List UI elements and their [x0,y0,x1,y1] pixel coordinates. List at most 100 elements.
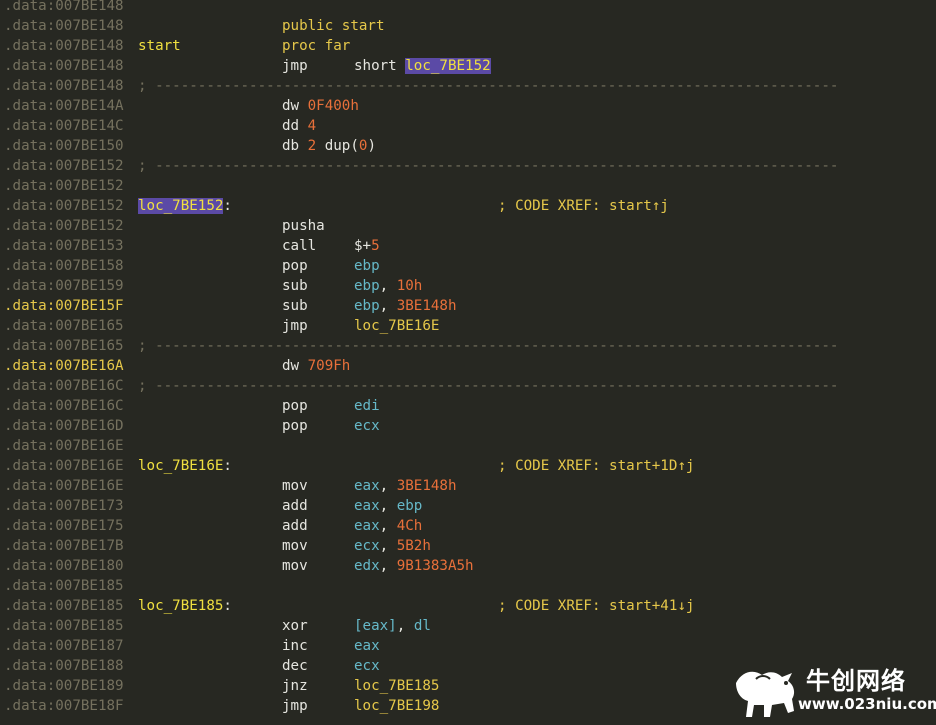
address: .data:007BE189 [4,678,124,694]
mnemonic: dw 709Fh [282,358,351,374]
mnemonic: pop [282,398,308,414]
separator-line: ; --------------------------------------… [138,158,839,174]
address: .data:007BE16C [4,378,124,394]
xref-comment[interactable]: ; CODE XREF: start+41↓j [498,596,694,616]
code-label[interactable]: loc_7BE152: [138,196,232,216]
operand[interactable]: loc_7BE185 [354,678,439,694]
address: .data:007BE14C [4,118,124,134]
operand[interactable]: loc_7BE198 [354,698,439,714]
code-label[interactable]: loc_7BE16E: [138,456,232,476]
operands: edx, 9B1383A5h [354,556,474,576]
operand: 0F400h [307,98,359,114]
mnemonic: dec [282,658,308,674]
operand: ecx [354,418,380,434]
mnemonic: db 2 dup(0) [282,138,376,154]
operand: edi [354,398,380,414]
separator-line: ; --------------------------------------… [138,378,839,394]
operand[interactable]: start [342,18,385,34]
mnemonic: dw 0F400h [282,98,359,114]
operand: , [379,498,397,514]
operand: , [379,518,397,534]
operand: ebp [354,278,380,294]
mnemonic: mov [282,558,308,574]
mnemonic: call [282,238,317,254]
operand: , [379,538,397,554]
mnemonic: mov [282,538,308,554]
operands: edi [354,396,380,416]
mnemonic: jmp [282,698,308,714]
operand: 4Ch [396,518,423,534]
xref-comment[interactable]: ; CODE XREF: start↑j [498,196,669,216]
operand: , [396,618,414,634]
operands: ecx [354,656,380,676]
address: .data:007BE185 [4,578,124,594]
address: .data:007BE173 [4,498,124,514]
mnemonic: mov [282,478,308,494]
operand: dup( [316,138,359,154]
operands: loc_7BE198 [354,696,439,716]
operand[interactable]: loc_7BE16E [354,318,439,334]
code-label[interactable]: loc_7BE185: [138,596,232,616]
operands: ebp, 10h [354,276,422,296]
operand: 10h [396,278,423,294]
operands: eax, 4Ch [354,516,422,536]
operand: 3BE148h [396,478,457,494]
operand: , [379,558,397,574]
separator-line: ; --------------------------------------… [138,78,839,94]
watermark-url: www.023niu.com [798,695,936,713]
mnemonic: pop [282,418,308,434]
operand: dl [413,618,431,634]
operand: edx [354,558,380,574]
mnemonic: public start [282,18,385,34]
label-name[interactable]: start [138,38,181,54]
mnemonic: inc [282,638,308,654]
address: .data:007BE185 [4,618,124,634]
address: .data:007BE14A [4,98,124,114]
operand: 2 [307,138,317,154]
operand: ecx [354,538,380,554]
address: .data:007BE150 [4,138,124,154]
address: .data:007BE16E [4,438,124,454]
label-colon: : [223,458,232,474]
address: .data:007BE175 [4,518,124,534]
mnemonic: jnz [282,678,308,694]
label-colon: : [223,598,232,614]
operands: short loc_7BE152 [354,56,491,76]
operand: ecx [354,658,380,674]
code-label[interactable]: start [138,36,181,56]
separator-line: ; --------------------------------------… [138,338,839,354]
operand: ebp [396,498,423,514]
address: .data:007BE16D [4,418,124,434]
operand: 5 [371,238,380,254]
operand: ebp [354,258,380,274]
address: .data:007BE185 [4,598,124,614]
label-name[interactable]: loc_7BE185 [138,598,223,614]
address: .data:007BE188 [4,658,124,674]
watermark: 牛创网络 www.023niu.com [726,655,936,725]
operands: ebp, 3BE148h [354,296,457,316]
address: .data:007BE187 [4,638,124,654]
mnemonic: pop [282,258,308,274]
operands: eax [354,636,380,656]
address: .data:007BE152 [4,178,124,194]
operand: ebp [354,298,380,314]
label-name[interactable]: loc_7BE16E [138,458,223,474]
address: .data:007BE152 [4,198,124,214]
address: .data:007BE15F [4,298,124,314]
xref-comment[interactable]: ; CODE XREF: start+1D↑j [498,456,694,476]
mnemonic: add [282,518,308,534]
operands: eax, ebp [354,496,422,516]
operands: ecx, 5B2h [354,536,431,556]
address: .data:007BE159 [4,278,124,294]
operand: short [354,58,406,74]
address: .data:007BE148 [4,0,124,14]
operand: eax [354,518,380,534]
address: .data:007BE152 [4,158,124,174]
label-name[interactable]: loc_7BE152 [138,198,224,214]
address: .data:007BE16A [4,358,124,374]
operands: loc_7BE16E [354,316,439,336]
mnemonic: sub [282,278,308,294]
mnemonic: add [282,498,308,514]
operand: 9B1383A5h [396,558,474,574]
operand[interactable]: loc_7BE152 [405,58,491,74]
